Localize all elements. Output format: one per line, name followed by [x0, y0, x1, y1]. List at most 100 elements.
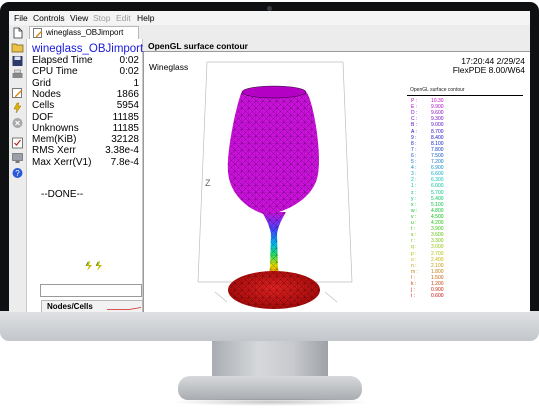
wineglass-render: [197, 61, 353, 309]
stop-icon[interactable]: [11, 117, 24, 129]
legend-value: 4.800: [431, 207, 444, 214]
edit-icon[interactable]: [11, 87, 24, 99]
screen-icon[interactable]: [11, 152, 24, 164]
legend-key: m :: [411, 268, 418, 275]
legend-value: 7.500: [431, 152, 444, 159]
legend-value: 3.000: [431, 244, 444, 251]
checklist-icon[interactable]: [11, 137, 24, 149]
stat-key: Nodes: [32, 88, 61, 100]
svg-text:?: ?: [15, 169, 20, 178]
plot-version: FlexPDE 8.00/W64: [452, 65, 525, 75]
legend-key: P :: [411, 98, 418, 104]
save-icon[interactable]: [11, 55, 24, 67]
print-icon[interactable]: [11, 69, 24, 81]
tab-label: wineglass_OBJimport: [46, 28, 124, 37]
axis-z-label: Z: [205, 178, 211, 188]
legend-key: q :: [411, 244, 417, 251]
stat-key: Elapsed Time: [32, 55, 93, 66]
legend-value: 7.200: [431, 159, 444, 165]
plot-panel[interactable]: Wineglass 17:20:44 2/29/24 FlexPDE 8.00/…: [143, 51, 530, 312]
stat-row: Grid 1: [32, 78, 139, 89]
legend-value: 2.400: [431, 256, 444, 263]
stat-row: Max Xerr(V1) 7.8e-4: [32, 157, 139, 168]
edit-doc-icon: [33, 28, 42, 38]
legend-value: 4.200: [431, 220, 444, 226]
stat-row: Mem(KiB) 32128: [32, 134, 139, 145]
stat-row: CPU Time 0:02: [32, 66, 139, 77]
legend-value: 2.100: [431, 262, 444, 269]
legend-key: 9 :: [411, 134, 417, 141]
legend-key: 2 :: [411, 177, 417, 184]
legend-key: A :: [411, 128, 417, 135]
legend-value: 8.400: [431, 134, 444, 141]
status-text: --DONE--: [41, 189, 84, 200]
legend-value: 6.600: [431, 171, 444, 178]
stat-value: 11185: [112, 111, 139, 123]
legend-value: 0.600: [431, 293, 444, 300]
stat-row: Nodes 1866: [32, 89, 139, 100]
lightning-icon: [85, 261, 102, 271]
menu-help[interactable]: Help: [137, 13, 154, 23]
menu-controls[interactable]: Controls: [33, 13, 65, 23]
legend-key: x :: [411, 201, 417, 208]
menu-view[interactable]: View: [70, 13, 88, 23]
legend-value: 9.300: [431, 116, 444, 123]
nodes-graph-line: [107, 307, 141, 310]
stat-row: RMS Xerr 3.38e-4: [32, 145, 139, 156]
stat-row: DOF 11185: [32, 112, 139, 123]
legend-key: 5 :: [411, 159, 417, 165]
legend-key: E :: [411, 104, 418, 111]
stat-key: CPU Time: [32, 66, 78, 78]
legend-title: OpenGL surface contour: [410, 87, 465, 93]
run-icon[interactable]: [11, 102, 24, 114]
legend-value: 1.800: [431, 268, 444, 275]
monitor-chin: [0, 311, 539, 341]
screen: File Controls View Stop Edit Help ? wine…: [9, 11, 530, 312]
legend-value: 3.600: [431, 232, 444, 239]
legend-value: 3.900: [431, 226, 444, 233]
stat-value: 11185: [112, 122, 139, 134]
problem-title: wineglass_OBJimport: [32, 43, 144, 55]
monitor-stand-neck: [212, 341, 328, 379]
stat-value: 5954: [116, 100, 139, 112]
legend-key: y :: [411, 195, 417, 202]
toolbar: ?: [9, 25, 27, 312]
legend-value: 6.300: [431, 177, 444, 184]
stat-row: Elapsed Time 0:02: [32, 55, 139, 66]
legend-value: 1.200: [431, 281, 444, 287]
help-icon[interactable]: ?: [11, 167, 24, 179]
legend-key: z :: [411, 189, 417, 196]
legend-value: 8.100: [431, 140, 444, 147]
legend-key: s :: [411, 232, 417, 239]
legend-value: 5.100: [431, 201, 444, 208]
menu-file[interactable]: File: [14, 13, 28, 23]
legend-entry: i : 0.600: [411, 293, 471, 300]
legend-key: j :: [411, 287, 415, 294]
legend-key: o :: [411, 256, 417, 263]
tab-nodes-cells[interactable]: Nodes/Cells: [41, 300, 143, 312]
stat-value: 0:02: [119, 66, 139, 78]
stat-key: Mem(KiB): [32, 134, 77, 146]
menu-edit[interactable]: Edit: [116, 13, 131, 23]
menu-stop[interactable]: Stop: [93, 13, 111, 23]
color-legend: OpenGL surface contour P : 10.30 E : 9.900 D…: [407, 86, 528, 301]
legend-value: 3.300: [431, 238, 444, 245]
legend-value: 9.000: [431, 122, 444, 129]
stat-value: 3.38e-4: [105, 145, 139, 157]
legend-key: l :: [411, 274, 415, 281]
legend-key: r :: [411, 238, 416, 245]
legend-value: 1.500: [431, 274, 444, 281]
legend-value: 5.700: [431, 189, 444, 196]
stat-key: Unknowns: [32, 122, 79, 134]
tab-wineglass[interactable]: wineglass_OBJimport: [29, 26, 139, 40]
menu-bar: File Controls View Stop Edit Help: [9, 11, 530, 25]
tab-strip: wineglass_OBJimport: [26, 25, 530, 40]
open-folder-icon[interactable]: [11, 41, 24, 53]
legend-key: 4 :: [411, 165, 417, 172]
legend-value: 2.700: [431, 250, 444, 257]
stat-value: 7.8e-4: [110, 156, 139, 168]
new-file-icon[interactable]: [11, 27, 24, 39]
legend-value: 0.900: [431, 287, 444, 294]
legend-key: D :: [411, 110, 418, 117]
plot-panel-title: OpenGL surface contour: [148, 41, 248, 51]
